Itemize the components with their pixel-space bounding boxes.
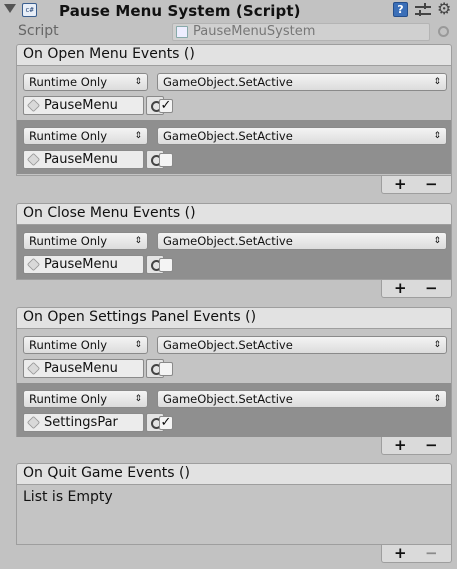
script-component-icon: c# (22, 3, 37, 17)
bool-argument-checkbox[interactable] (159, 258, 173, 272)
runtime-mode-value: Runtime Only (29, 129, 108, 143)
function-dropdown[interactable]: GameObject.SetActive ⇕ (157, 390, 447, 408)
remove-button[interactable]: − (425, 279, 438, 297)
event-title: On Open Menu Events () (23, 46, 195, 62)
event-entry[interactable]: Runtime Only ⇕ GameObject.SetActive ⇕ PauseM… (17, 329, 451, 383)
event-list: Runtime Only ⇕ GameObject.SetActive ⇕ PauseM… (16, 329, 452, 437)
remove-button[interactable]: − (425, 175, 438, 193)
runtime-mode-value: Runtime Only (29, 392, 108, 406)
event-header: On Open Settings Panel Events () (16, 307, 452, 329)
event-entry[interactable]: Runtime Only ⇕ GameObject.SetActive ⇕ PauseM… (17, 225, 451, 279)
target-object-field[interactable]: PauseMenu (23, 359, 144, 378)
target-object-value: SettingsPar (44, 415, 118, 430)
runtime-mode-dropdown[interactable]: Runtime Only ⇕ (23, 73, 148, 91)
runtime-mode-value: Runtime Only (29, 234, 108, 248)
event-entry[interactable]: Runtime Only ⇕ GameObject.SetActive ⇕ Settin… (17, 383, 451, 437)
gameobject-icon (26, 361, 41, 376)
gameobject-icon (26, 415, 41, 430)
gameobject-icon (26, 152, 41, 167)
script-file-icon (176, 26, 188, 38)
runtime-mode-dropdown[interactable]: Runtime Only ⇕ (23, 390, 148, 408)
remove-button[interactable]: − (425, 436, 438, 454)
event-list: List is Empty (16, 485, 452, 545)
function-value: GameObject.SetActive (163, 338, 293, 352)
add-button[interactable]: + (394, 544, 407, 562)
event-header: On Open Menu Events () (16, 44, 452, 66)
function-value: GameObject.SetActive (163, 129, 293, 143)
help-icon[interactable]: ? (393, 2, 408, 17)
target-object-field[interactable]: PauseMenu (23, 150, 144, 169)
function-dropdown[interactable]: GameObject.SetActive ⇕ (157, 336, 447, 354)
runtime-mode-value: Runtime Only (29, 338, 108, 352)
event-header: On Quit Game Events () (16, 463, 452, 485)
event-list: Runtime Only ⇕ GameObject.SetActive ⇕ PauseM… (16, 66, 452, 176)
bool-argument-checkbox[interactable] (159, 362, 173, 376)
runtime-mode-dropdown[interactable]: Runtime Only ⇕ (23, 127, 148, 145)
list-footer: + − (381, 175, 452, 194)
gameobject-icon (26, 98, 41, 113)
bool-argument-checkbox[interactable] (159, 153, 173, 167)
event-entry[interactable]: Runtime Only ⇕ GameObject.SetActive ⇕ PauseM… (17, 120, 451, 174)
target-object-field[interactable]: SettingsPar (23, 413, 144, 432)
function-value: GameObject.SetActive (163, 392, 293, 406)
event-title: On Quit Game Events () (23, 465, 190, 481)
script-row: Script PauseMenuSystem (0, 22, 457, 42)
target-object-value: PauseMenu (44, 152, 118, 167)
component-title: Pause Menu System (Script) (59, 2, 301, 20)
dropdown-arrow-icon: ⇕ (134, 131, 142, 141)
dropdown-arrow-icon: ⇕ (433, 77, 441, 87)
target-object-value: PauseMenu (44, 257, 118, 272)
add-button[interactable]: + (394, 175, 407, 193)
dropdown-arrow-icon: ⇕ (134, 394, 142, 404)
presets-icon[interactable] (415, 3, 431, 18)
runtime-mode-dropdown[interactable]: Runtime Only ⇕ (23, 336, 148, 354)
dropdown-arrow-icon: ⇕ (433, 340, 441, 350)
empty-list-text: List is Empty (23, 489, 113, 505)
event-title: On Close Menu Events () (23, 205, 196, 221)
function-value: GameObject.SetActive (163, 234, 293, 248)
list-footer: + − (381, 436, 452, 455)
target-object-field[interactable]: PauseMenu (23, 96, 144, 115)
event-entry[interactable]: Runtime Only ⇕ GameObject.SetActive ⇕ PauseM… (17, 66, 451, 120)
dropdown-arrow-icon: ⇕ (134, 77, 142, 87)
event-list: Runtime Only ⇕ GameObject.SetActive ⇕ PauseM… (16, 225, 452, 280)
component-header: c# Pause Menu System (Script) ? ⚙ (0, 0, 457, 22)
dropdown-arrow-icon: ⇕ (134, 236, 142, 246)
dropdown-arrow-icon: ⇕ (134, 340, 142, 350)
function-dropdown[interactable]: GameObject.SetActive ⇕ (157, 232, 447, 250)
dropdown-arrow-icon: ⇕ (433, 236, 441, 246)
function-dropdown[interactable]: GameObject.SetActive ⇕ (157, 73, 447, 91)
script-value: PauseMenuSystem (193, 24, 316, 39)
script-picker-icon (438, 26, 449, 37)
dropdown-arrow-icon: ⇕ (433, 394, 441, 404)
dropdown-arrow-icon: ⇕ (433, 131, 441, 141)
function-dropdown[interactable]: GameObject.SetActive ⇕ (157, 127, 447, 145)
script-field: PauseMenuSystem (172, 23, 430, 41)
bool-argument-checkbox[interactable]: ✓ (159, 416, 173, 430)
runtime-mode-value: Runtime Only (29, 75, 108, 89)
remove-button[interactable]: − (425, 544, 438, 562)
event-header: On Close Menu Events () (16, 203, 452, 225)
target-object-value: PauseMenu (44, 98, 118, 113)
target-object-value: PauseMenu (44, 361, 118, 376)
gameobject-icon (26, 257, 41, 272)
target-object-field[interactable]: PauseMenu (23, 255, 144, 274)
gear-icon[interactable]: ⚙ (437, 1, 451, 17)
list-footer: + − (381, 544, 452, 563)
list-footer: + − (381, 279, 452, 298)
add-button[interactable]: + (394, 436, 407, 454)
function-value: GameObject.SetActive (163, 75, 293, 89)
runtime-mode-dropdown[interactable]: Runtime Only ⇕ (23, 232, 148, 250)
foldout-arrow-icon[interactable] (4, 4, 16, 13)
add-button[interactable]: + (394, 279, 407, 297)
script-label: Script (18, 23, 59, 39)
bool-argument-checkbox[interactable]: ✓ (159, 99, 173, 113)
event-title: On Open Settings Panel Events () (23, 309, 257, 325)
